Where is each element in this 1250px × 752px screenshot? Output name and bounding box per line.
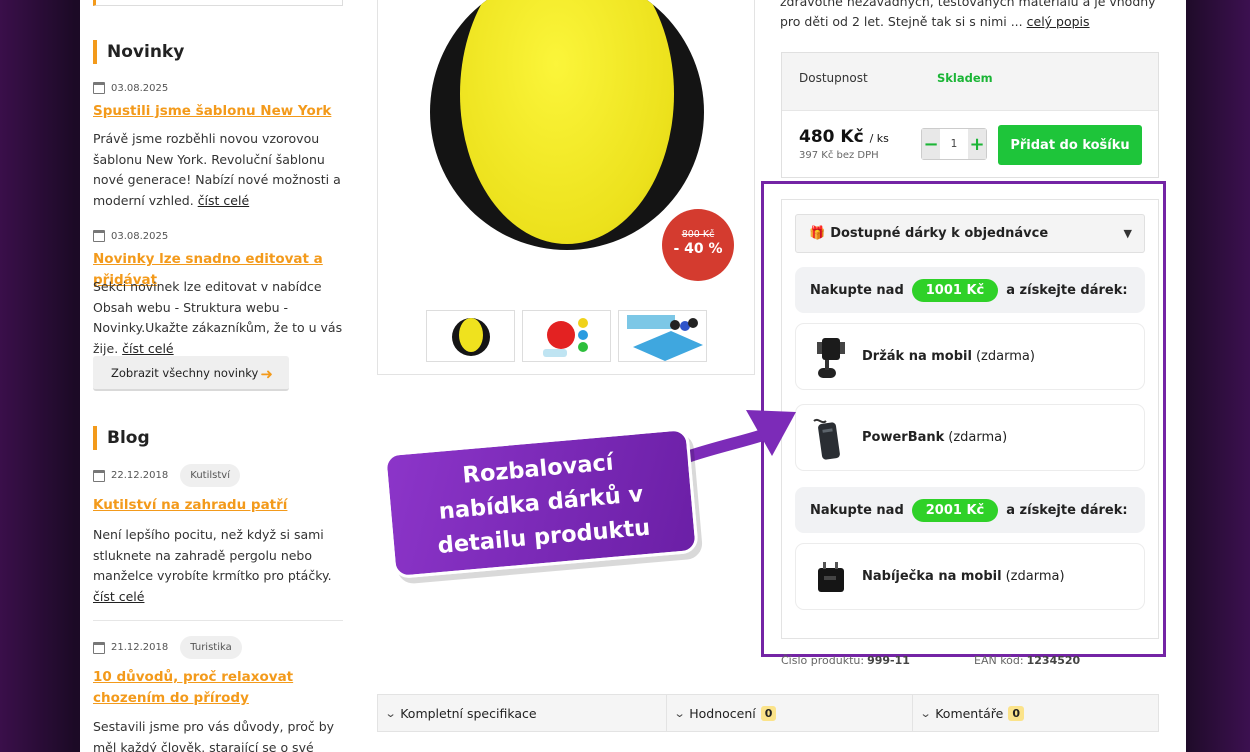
blog-excerpt: Sestavili jsme pro vás důvody, proč by m… xyxy=(93,719,335,752)
tab-comments[interactable]: ⌄ Komentáře 0 xyxy=(913,695,1158,731)
ean-code: EAN kód: 1234520 xyxy=(974,654,1081,667)
product-code: Číslo produktu: 999-11 xyxy=(781,654,910,667)
blog-section-title: Blog xyxy=(93,426,150,450)
blog-date: 21.12.2018 Turistika xyxy=(93,636,242,659)
blog-excerpt: Není lepšího pocitu, než když si sami st… xyxy=(93,527,332,604)
read-more-link[interactable]: číst celé xyxy=(198,193,249,208)
count-badge: 0 xyxy=(760,705,777,721)
chevron-down-icon: ⌄ xyxy=(384,706,397,720)
discount-percent: - 40 % xyxy=(673,241,723,257)
discount-badge: 800 Kč - 40 % xyxy=(662,209,734,281)
quantity-input[interactable]: 1 xyxy=(940,138,968,150)
news-date: 03.08.2025 xyxy=(93,82,168,94)
news-date: 03.08.2025 xyxy=(93,230,168,242)
news-section-title: Novinky xyxy=(93,40,184,64)
arrow-right-icon: ➜ xyxy=(260,365,273,383)
chevron-down-icon: ⌄ xyxy=(919,706,932,720)
callout-label: Rozbalovací nabídka dárků v detailu prod… xyxy=(383,426,699,580)
calendar-icon xyxy=(93,230,105,242)
blog-tag[interactable]: Turistika xyxy=(180,636,242,659)
old-price: 800 Kč xyxy=(681,229,715,240)
news-excerpt: Právě jsme rozběhli novou vzorovou šablo… xyxy=(93,131,341,208)
calendar-icon xyxy=(93,641,105,654)
news-excerpt: Sekci novinek lze editovat v nabídce Obs… xyxy=(93,279,343,356)
blog-title-link[interactable]: 10 důvodů, proč relaxovat chozením do př… xyxy=(93,667,343,709)
thumbnail-2[interactable] xyxy=(522,310,611,362)
page: Novinky 03.08.2025 Spustili jsme šablonu… xyxy=(80,0,1186,752)
sidebar-top-box xyxy=(93,0,343,6)
product-main-image[interactable] xyxy=(430,0,704,250)
callout-arrow xyxy=(684,410,796,462)
news-title-link[interactable]: Spustili jsme šablonu New York xyxy=(93,101,343,122)
product-tabs: ⌄ Kompletní specifikace ⌄ Hodnocení 0 ⌄ Kome… xyxy=(377,694,1159,732)
tab-specifications[interactable]: ⌄ Kompletní specifikace xyxy=(378,695,667,731)
availability-status: Skladem xyxy=(937,71,993,85)
read-more-link[interactable]: číst celé xyxy=(122,341,173,356)
all-news-button[interactable]: Zobrazit všechny novinky ➜ xyxy=(93,356,289,391)
buy-box: Dostupnost Skladem 480 Kč / ks 397 Kč be… xyxy=(781,52,1159,178)
highlight-frame xyxy=(761,181,1166,657)
qty-minus-button[interactable]: − xyxy=(922,129,940,159)
blog-date: 22.12.2018 Kutilství xyxy=(93,464,240,487)
product-short-description: zdravotně nezávadných, testovaných mater… xyxy=(780,0,1156,29)
price-without-vat: 397 Kč bez DPH xyxy=(799,150,879,161)
blog-title-link[interactable]: Kutilství na zahradu patří xyxy=(93,495,343,516)
full-description-link[interactable]: celý popis xyxy=(1027,14,1090,29)
product-gallery: 800 Kč - 40 % xyxy=(377,0,755,375)
thumbnail-1[interactable] xyxy=(426,310,515,362)
qty-plus-button[interactable]: + xyxy=(968,129,986,159)
quantity-stepper: − 1 + xyxy=(921,128,987,160)
product-price: 480 Kč / ks xyxy=(799,127,889,147)
chevron-down-icon: ⌄ xyxy=(673,706,686,720)
thumbnail-3[interactable] xyxy=(618,310,707,362)
availability-label: Dostupnost xyxy=(799,71,868,85)
calendar-icon xyxy=(93,469,105,482)
calendar-icon xyxy=(93,82,105,94)
availability-row: Dostupnost Skladem xyxy=(782,53,1158,111)
read-more-link[interactable]: číst celé xyxy=(93,589,144,604)
count-badge: 0 xyxy=(1008,705,1025,721)
add-to-cart-button[interactable]: Přidat do košíku xyxy=(998,125,1142,165)
divider xyxy=(93,620,343,621)
tab-reviews[interactable]: ⌄ Hodnocení 0 xyxy=(667,695,913,731)
blog-tag[interactable]: Kutilství xyxy=(180,464,240,487)
